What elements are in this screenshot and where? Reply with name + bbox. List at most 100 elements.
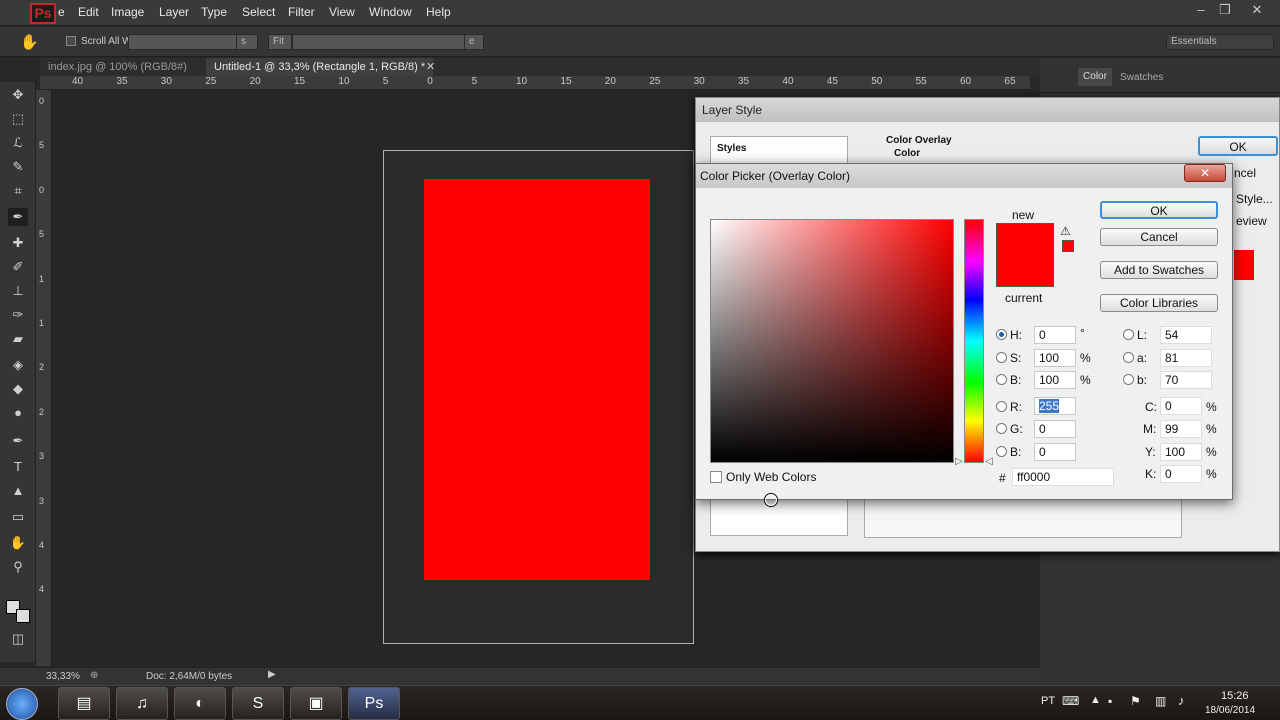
- r-radio[interactable]: [996, 401, 1007, 412]
- zoom-stepper[interactable]: s: [236, 34, 258, 50]
- hex-input[interactable]: ff0000: [1012, 468, 1114, 486]
- l-input[interactable]: 54: [1160, 326, 1212, 344]
- path-select-tool-icon[interactable]: ▲: [8, 482, 28, 500]
- workspace-select[interactable]: Essentials: [1166, 34, 1274, 50]
- blur-tool-icon[interactable]: ◆: [8, 380, 28, 398]
- brightness-input[interactable]: 100: [1034, 371, 1076, 389]
- type-tool-icon[interactable]: T: [8, 458, 28, 476]
- y-input[interactable]: 100: [1160, 443, 1202, 461]
- photoshop-taskbar-icon[interactable]: Ps: [348, 687, 400, 720]
- eraser-tool-icon[interactable]: ▰: [8, 330, 28, 348]
- menu-image[interactable]: Image: [111, 5, 144, 19]
- brightness-radio[interactable]: [996, 374, 1007, 385]
- close-icon[interactable]: ✕: [1184, 164, 1226, 182]
- lasso-tool-icon[interactable]: ℒ: [8, 134, 28, 152]
- volume-icon[interactable]: ♪: [1178, 693, 1185, 708]
- stamp-tool-icon[interactable]: ⊥: [8, 282, 28, 300]
- zoom-level[interactable]: 33,33%: [46, 671, 80, 682]
- blue-radio[interactable]: [996, 446, 1007, 457]
- move-tool-icon[interactable]: ✥: [8, 86, 28, 104]
- l-radio[interactable]: [1123, 329, 1134, 340]
- healing-tool-icon[interactable]: ✚: [8, 234, 28, 252]
- tray-arrow-icon[interactable]: ▲: [1090, 694, 1101, 706]
- r-input[interactable]: 255: [1034, 397, 1076, 415]
- current-color-swatch[interactable]: [996, 256, 1054, 287]
- eyedropper-tool-icon[interactable]: ✒: [8, 208, 28, 226]
- red-rectangle-shape[interactable]: [424, 179, 650, 580]
- fit-stepper[interactable]: e: [464, 34, 484, 50]
- s-input[interactable]: 100: [1034, 349, 1076, 367]
- gamut-warning-swatch[interactable]: [1062, 240, 1074, 252]
- hue-slider-right-arrow-icon[interactable]: ◁: [985, 456, 993, 467]
- background-color-swatch[interactable]: [16, 609, 30, 623]
- a-radio[interactable]: [1123, 352, 1134, 363]
- hand-tool-icon[interactable]: ✋: [8, 534, 28, 552]
- itunes-taskbar-icon[interactable]: ♫: [116, 687, 168, 720]
- menu-help[interactable]: Help: [426, 5, 451, 19]
- lab-b-input[interactable]: 70: [1160, 371, 1212, 389]
- clock-date[interactable]: 18/06/2014: [1205, 705, 1255, 716]
- fit-field[interactable]: [292, 34, 466, 50]
- blue-input[interactable]: 0: [1034, 443, 1076, 461]
- new-style-button[interactable]: Style...: [1236, 192, 1273, 206]
- cancel-button[interactable]: Cancel: [1100, 228, 1218, 246]
- h-input[interactable]: 0: [1034, 326, 1076, 344]
- menu-type[interactable]: Type: [201, 5, 227, 19]
- tab-close-icon[interactable]: ✕: [426, 60, 435, 73]
- c-input[interactable]: 0: [1160, 397, 1202, 415]
- keyboard-icon[interactable]: ⌨: [1062, 694, 1079, 708]
- photoshop-logo-icon[interactable]: Ps: [30, 3, 56, 24]
- menu-select[interactable]: Select: [242, 5, 275, 19]
- status-arrow-icon[interactable]: ▶: [268, 669, 276, 680]
- language-indicator[interactable]: PT: [1041, 695, 1055, 707]
- g-input[interactable]: 0: [1034, 420, 1076, 438]
- flag-icon[interactable]: ⚑: [1130, 694, 1141, 708]
- minimize-icon[interactable]: –: [1190, 2, 1212, 20]
- hue-slider-left-arrow-icon[interactable]: ▷: [955, 456, 963, 467]
- firefox-taskbar-icon[interactable]: ◐: [174, 687, 226, 720]
- bucket-tool-icon[interactable]: ◈: [8, 356, 28, 374]
- brush-tool-icon[interactable]: ✐: [8, 258, 28, 276]
- network-icon[interactable]: ▥: [1155, 694, 1166, 708]
- tab-swatches[interactable]: Swatches: [1120, 72, 1163, 83]
- zoom-tool-icon[interactable]: ⚲: [8, 558, 28, 576]
- add-to-swatches-button[interactable]: Add to Swatches: [1100, 261, 1218, 279]
- preview-checkbox[interactable]: eview: [1236, 214, 1267, 228]
- k-input[interactable]: 0: [1160, 465, 1202, 483]
- history-brush-tool-icon[interactable]: ✑: [8, 306, 28, 324]
- restore-icon[interactable]: ❐: [1214, 2, 1236, 20]
- tab-untitled[interactable]: Untitled-1 @ 33,3% (Rectangle 1, RGB/8) …: [206, 58, 434, 76]
- rectangle-tool-icon[interactable]: ▭: [8, 508, 28, 526]
- layer-style-cancel-button[interactable]: ncel: [1234, 166, 1256, 180]
- color-libraries-button[interactable]: Color Libraries: [1100, 294, 1218, 312]
- tab-index[interactable]: index.jpg @ 100% (RGB/8#): [40, 58, 195, 76]
- explorer-taskbar-icon[interactable]: ▤: [58, 687, 110, 720]
- only-web-colors-checkbox[interactable]: [710, 471, 722, 483]
- quick-select-tool-icon[interactable]: ✎: [8, 158, 28, 176]
- ok-button[interactable]: OK: [1100, 201, 1218, 219]
- skype-taskbar-icon[interactable]: S: [232, 687, 284, 720]
- clock-time[interactable]: 15:26: [1221, 690, 1249, 702]
- start-button[interactable]: [6, 688, 38, 720]
- marquee-tool-icon[interactable]: ⬚: [8, 110, 28, 128]
- color-cursor[interactable]: [765, 494, 777, 506]
- m-input[interactable]: 99: [1160, 420, 1202, 438]
- tab-color[interactable]: Color: [1078, 68, 1112, 86]
- app-taskbar-icon[interactable]: ▣: [290, 687, 342, 720]
- h-radio[interactable]: [996, 329, 1007, 340]
- menu-file[interactable]: e: [58, 5, 65, 19]
- menu-filter[interactable]: Filter: [288, 5, 315, 19]
- pen-tool-icon[interactable]: ✒: [8, 432, 28, 450]
- tray-app-icon[interactable]: ▪: [1108, 694, 1112, 708]
- saturation-brightness-field[interactable]: [710, 219, 954, 506]
- quick-mask-icon[interactable]: ◫: [8, 630, 28, 648]
- zoom-field[interactable]: [128, 34, 238, 50]
- s-radio[interactable]: [996, 352, 1007, 363]
- menu-edit[interactable]: Edit: [78, 5, 99, 19]
- menu-layer[interactable]: Layer: [159, 5, 189, 19]
- close-icon[interactable]: ✕: [1246, 2, 1268, 20]
- crop-tool-icon[interactable]: ⌗: [8, 182, 28, 200]
- warning-icon[interactable]: ⚠: [1060, 224, 1071, 238]
- g-radio[interactable]: [996, 423, 1007, 434]
- a-input[interactable]: 81: [1160, 349, 1212, 367]
